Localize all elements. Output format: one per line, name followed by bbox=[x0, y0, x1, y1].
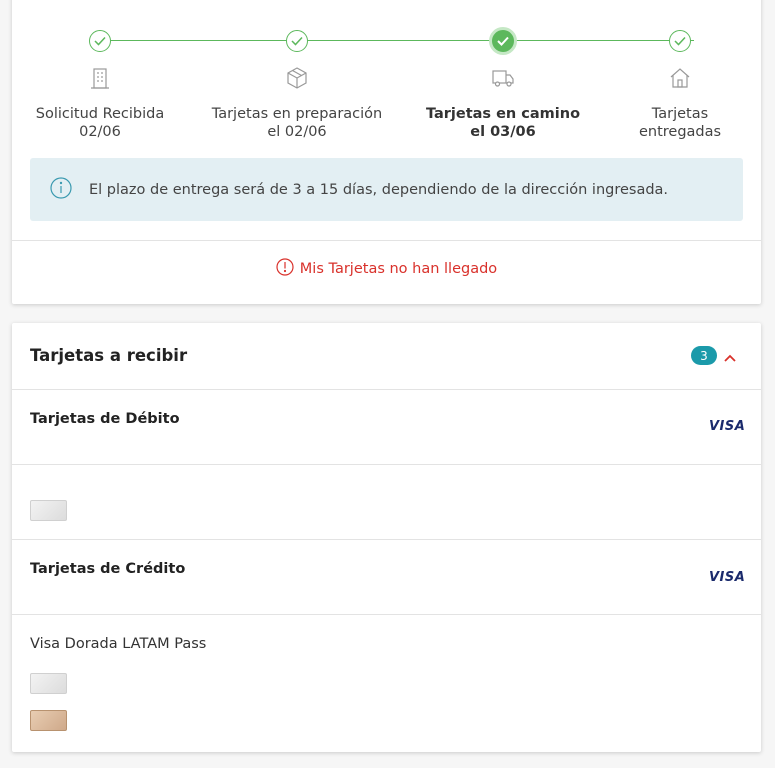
credit-card-image bbox=[30, 673, 67, 694]
delivery-stepper: Solicitud Recibida 02/06 Tarjetas en pre… bbox=[12, 0, 761, 154]
truck-icon bbox=[491, 66, 515, 90]
info-message: El plazo de entrega será de 3 a 15 días,… bbox=[89, 181, 669, 198]
alert-link-label[interactable]: Mis Tarjetas no han llegado bbox=[300, 261, 497, 277]
step-label: Tarjetas entregadas bbox=[638, 106, 722, 140]
step-label: Solicitud Recibida 02/06 bbox=[35, 106, 165, 140]
divider bbox=[12, 614, 761, 615]
step-label: Tarjetas en preparación el 02/06 bbox=[211, 106, 383, 140]
info-icon bbox=[50, 176, 72, 203]
alert-icon bbox=[276, 258, 294, 280]
cards-section-title: Tarjetas a recibir bbox=[30, 346, 188, 365]
cards-not-arrived-link[interactable]: Mis Tarjetas no han llegado bbox=[12, 258, 761, 280]
check-icon bbox=[286, 30, 308, 52]
divider bbox=[12, 389, 761, 390]
visa-logo: VISA bbox=[709, 570, 746, 585]
cards-count-badge: 3 bbox=[691, 346, 717, 365]
delivery-info-box: El plazo de entrega será de 3 a 15 días,… bbox=[30, 158, 743, 221]
debit-cards-title: Tarjetas de Débito bbox=[30, 411, 180, 427]
divider bbox=[12, 240, 761, 241]
credit-cards-title: Tarjetas de Crédito bbox=[30, 561, 186, 577]
chevron-up-icon[interactable] bbox=[723, 349, 737, 362]
box-icon bbox=[285, 66, 309, 90]
cards-section-header[interactable]: Tarjetas a recibir 3 bbox=[12, 323, 761, 389]
cards-to-receive-card: Tarjetas a recibir 3 Tarjetas de Débito … bbox=[12, 323, 761, 752]
building-icon bbox=[88, 66, 112, 90]
check-icon bbox=[669, 30, 691, 52]
stepper-track bbox=[100, 40, 694, 41]
gold-card-image bbox=[30, 710, 67, 731]
house-icon bbox=[668, 66, 692, 90]
credit-card-name: Visa Dorada LATAM Pass bbox=[30, 636, 207, 652]
divider bbox=[12, 464, 761, 465]
check-icon bbox=[89, 30, 111, 52]
step-label: Tarjetas en camino el 03/06 bbox=[425, 106, 581, 140]
delivery-status-card: Solicitud Recibida 02/06 Tarjetas en pre… bbox=[12, 0, 761, 304]
visa-logo: VISA bbox=[709, 419, 746, 434]
debit-card-image bbox=[30, 500, 67, 521]
check-icon bbox=[489, 27, 517, 55]
divider bbox=[12, 539, 761, 540]
